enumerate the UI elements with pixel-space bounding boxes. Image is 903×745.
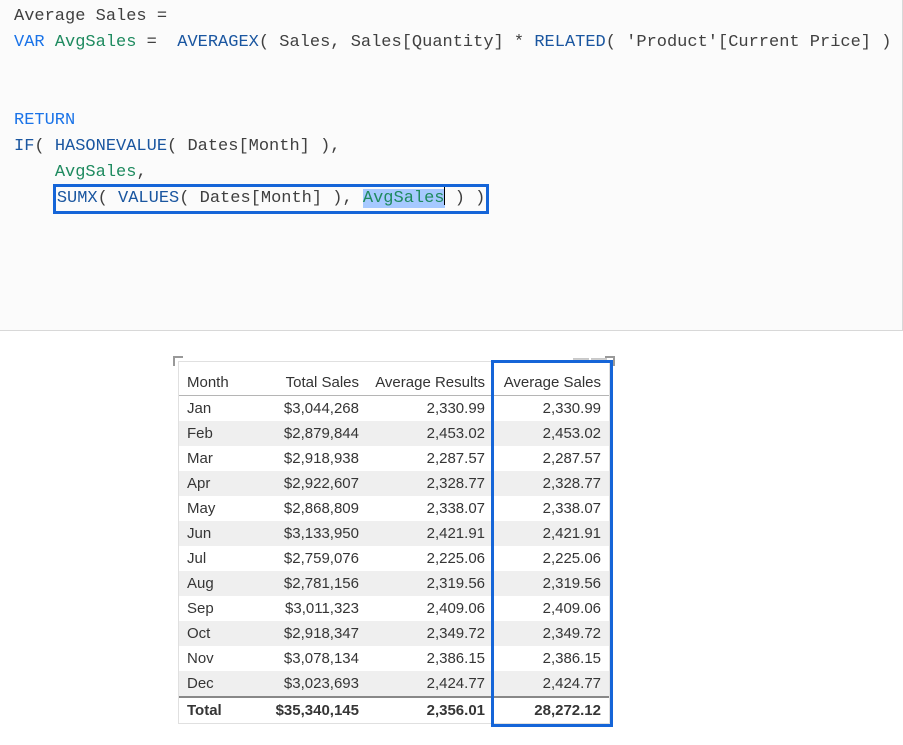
related-fn: RELATED bbox=[534, 33, 605, 52]
table-row: Apr$2,922,6072,328.772,328.77 bbox=[179, 471, 609, 496]
cell-average-sales: 2,287.57 bbox=[493, 446, 609, 471]
cell-average-sales: 2,225.06 bbox=[493, 546, 609, 571]
cell-average-sales: 2,349.72 bbox=[493, 621, 609, 646]
cell-total-sales: $2,918,347 bbox=[241, 621, 367, 646]
cell-average-results: 2,349.72 bbox=[367, 621, 493, 646]
dates-month1: Dates[Month] bbox=[187, 137, 309, 156]
table-row: Nov$3,078,1342,386.152,386.15 bbox=[179, 646, 609, 671]
var-keyword: VAR bbox=[14, 33, 45, 52]
cell-average-results: 2,328.77 bbox=[367, 471, 493, 496]
cell-total-average-sales: 28,272.12 bbox=[493, 697, 609, 723]
cell-total-sales: $2,759,076 bbox=[241, 546, 367, 571]
cell-average-sales: 2,330.99 bbox=[493, 396, 609, 422]
cell-total-sales: $2,781,156 bbox=[241, 571, 367, 596]
cell-total-sales: $3,133,950 bbox=[241, 521, 367, 546]
table-row: Jan$3,044,2682,330.992,330.99 bbox=[179, 396, 609, 422]
table-total-row: Total$35,340,1452,356.0128,272.12 bbox=[179, 697, 609, 723]
var-use2-selected: AvgSales bbox=[363, 189, 445, 208]
cell-average-sales: 2,386.15 bbox=[493, 646, 609, 671]
cell-month: Jun bbox=[179, 521, 241, 546]
cell-month: Dec bbox=[179, 671, 241, 697]
table-row: Aug$2,781,1562,319.562,319.56 bbox=[179, 571, 609, 596]
col-header-month[interactable]: Month bbox=[179, 362, 241, 396]
cell-average-results: 2,424.77 bbox=[367, 671, 493, 697]
cell-total-sales: $3,023,693 bbox=[241, 671, 367, 697]
cell-month: Mar bbox=[179, 446, 241, 471]
cell-average-sales: 2,453.02 bbox=[493, 421, 609, 446]
table-row: Feb$2,879,8442,453.022,453.02 bbox=[179, 421, 609, 446]
cell-average-sales: 2,319.56 bbox=[493, 571, 609, 596]
table-row: May$2,868,8092,338.072,338.07 bbox=[179, 496, 609, 521]
grip-icon[interactable]: ―― bbox=[573, 350, 609, 368]
table-row: Jun$3,133,9502,421.912,421.91 bbox=[179, 521, 609, 546]
return-keyword: RETURN bbox=[14, 111, 75, 130]
sales-table: Sales bbox=[279, 33, 330, 52]
cell-average-sales: 2,424.77 bbox=[493, 671, 609, 697]
cell-average-sales: 2,421.91 bbox=[493, 521, 609, 546]
cell-total-average-results: 2,356.01 bbox=[367, 697, 493, 723]
highlighted-expression: SUMX( VALUES( Dates[Month] ), AvgSales )… bbox=[55, 186, 488, 212]
cell-average-results: 2,409.06 bbox=[367, 596, 493, 621]
cell-total-sales: $3,044,268 bbox=[241, 396, 367, 422]
cell-average-results: 2,330.99 bbox=[367, 396, 493, 422]
cell-month: Jan bbox=[179, 396, 241, 422]
cell-month: Oct bbox=[179, 621, 241, 646]
cell-month: Feb bbox=[179, 421, 241, 446]
cell-month: May bbox=[179, 496, 241, 521]
cell-average-sales: 2,338.07 bbox=[493, 496, 609, 521]
cell-month: Nov bbox=[179, 646, 241, 671]
cell-month: Apr bbox=[179, 471, 241, 496]
cell-average-results: 2,338.07 bbox=[367, 496, 493, 521]
dates-month2: Dates[Month] bbox=[200, 189, 322, 208]
cell-month: Aug bbox=[179, 571, 241, 596]
table-row: Oct$2,918,3472,349.722,349.72 bbox=[179, 621, 609, 646]
data-table: Month Total Sales Average Results Averag… bbox=[179, 362, 609, 723]
resize-handle-tl[interactable] bbox=[173, 356, 183, 366]
col-header-average-results[interactable]: Average Results bbox=[367, 362, 493, 396]
cell-average-results: 2,287.57 bbox=[367, 446, 493, 471]
col-header-total-sales[interactable]: Total Sales bbox=[241, 362, 367, 396]
averagex-fn: AVERAGEX bbox=[177, 33, 259, 52]
sales-qty: Sales[Quantity] bbox=[351, 33, 504, 52]
cell-total-sales: $2,918,938 bbox=[241, 446, 367, 471]
cell-total-sales: $2,868,809 bbox=[241, 496, 367, 521]
cell-average-sales: 2,328.77 bbox=[493, 471, 609, 496]
cell-month: Sep bbox=[179, 596, 241, 621]
cell-total-sales: $2,922,607 bbox=[241, 471, 367, 496]
var-name1: AvgSales bbox=[55, 33, 137, 52]
cell-average-results: 2,225.06 bbox=[367, 546, 493, 571]
cell-month: Jul bbox=[179, 546, 241, 571]
table-visual[interactable]: ―― Month Total Sales Average Results Ave… bbox=[178, 361, 610, 724]
table-row: Jul$2,759,0762,225.062,225.06 bbox=[179, 546, 609, 571]
cell-total-label: Total bbox=[179, 697, 241, 723]
cell-total-sales: $3,078,134 bbox=[241, 646, 367, 671]
table-row: Sep$3,011,3232,409.062,409.06 bbox=[179, 596, 609, 621]
cell-average-results: 2,319.56 bbox=[367, 571, 493, 596]
report-canvas[interactable]: ―― Month Total Sales Average Results Ave… bbox=[0, 331, 903, 724]
cell-total-total-sales: $35,340,145 bbox=[241, 697, 367, 723]
table-header-row: Month Total Sales Average Results Averag… bbox=[179, 362, 609, 396]
hasonevalue-fn: HASONEVALUE bbox=[55, 137, 167, 156]
cell-average-results: 2,453.02 bbox=[367, 421, 493, 446]
text-cursor bbox=[444, 187, 445, 205]
sumx-fn: SUMX bbox=[57, 189, 98, 208]
cell-average-sales: 2,409.06 bbox=[493, 596, 609, 621]
table-row: Mar$2,918,9382,287.572,287.57 bbox=[179, 446, 609, 471]
cell-total-sales: $3,011,323 bbox=[241, 596, 367, 621]
dax-formula-text[interactable]: Average Sales = VAR AvgSales = AVERAGEX(… bbox=[14, 4, 888, 212]
product-price: 'Product'[Current Price] bbox=[626, 33, 871, 52]
cell-average-results: 2,386.15 bbox=[367, 646, 493, 671]
measure-name: Average Sales bbox=[14, 7, 147, 26]
cell-average-results: 2,421.91 bbox=[367, 521, 493, 546]
dax-formula-editor[interactable]: Average Sales = VAR AvgSales = AVERAGEX(… bbox=[0, 0, 903, 330]
if-fn: IF bbox=[14, 137, 34, 156]
table-row: Dec$3,023,6932,424.772,424.77 bbox=[179, 671, 609, 697]
values-fn: VALUES bbox=[118, 189, 179, 208]
cell-total-sales: $2,879,844 bbox=[241, 421, 367, 446]
var-use1: AvgSales bbox=[55, 163, 137, 182]
